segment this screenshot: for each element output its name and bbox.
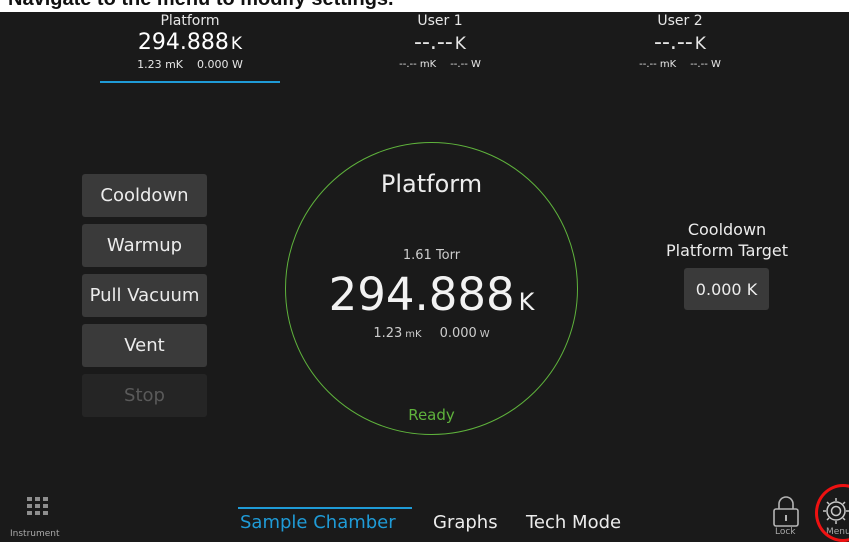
cooldown-target-value[interactable]: 0.000 K: [684, 268, 769, 310]
gauge-status: Ready: [408, 406, 455, 424]
header-banner-text: Navigate to the menu to modify settings.: [8, 0, 394, 11]
sensor-temperature: --.-- K: [654, 30, 706, 55]
cooldown-target-label: Cooldown Platform Target: [665, 220, 789, 260]
sensor-name: User 1: [417, 13, 463, 29]
sensor-tile-user1[interactable]: User 1 --.-- K --.-- mK --.-- W: [340, 12, 540, 73]
sensor-temperature: 294.888 K: [137, 30, 243, 55]
sensor-name: User 2: [657, 13, 703, 29]
lock-icon: [773, 496, 799, 527]
instrument-label: Instrument: [10, 529, 60, 539]
warmup-button[interactable]: Warmup: [82, 224, 207, 267]
lock-button[interactable]: Lock: [764, 493, 808, 539]
instrument-button[interactable]: Instrument: [10, 497, 64, 539]
gauge-title: Platform: [380, 170, 483, 198]
tab-tech-mode[interactable]: Tech Mode: [526, 512, 621, 533]
gauge-pressure: 1.61 Torr: [402, 248, 461, 263]
stop-button: Stop: [82, 374, 207, 417]
lock-label: Lock: [775, 527, 796, 537]
gauge-temperature: 294.888 K: [328, 268, 535, 321]
sensor-readings: --.-- mK --.-- W: [399, 59, 481, 70]
tab-sample-chamber[interactable]: Sample Chamber: [240, 512, 396, 533]
sensor-name: Platform: [160, 13, 220, 29]
cooldown-button[interactable]: Cooldown: [82, 174, 207, 217]
vent-button[interactable]: Vent: [82, 324, 207, 367]
grid-icon: [27, 497, 49, 519]
sensor-temperature: --.-- K: [414, 30, 466, 55]
header-banner: Navigate to the menu to modify settings.: [0, 0, 849, 12]
pull-vacuum-button[interactable]: Pull Vacuum: [82, 274, 207, 317]
tab-graphs[interactable]: Graphs: [433, 512, 498, 533]
sensor-readings: --.-- mK --.-- W: [639, 59, 721, 70]
platform-gauge: Platform 1.61 Torr 294.888 K 1.23 mK 0.000 W…: [285, 142, 578, 435]
sensor-readings: 1.23 mK 0.000 W: [137, 58, 243, 71]
active-tab-indicator: [238, 507, 412, 509]
sensor-tile-user2[interactable]: User 2 --.-- K --.-- mK --.-- W: [580, 12, 780, 73]
gauge-readings: 1.23 mK 0.000 W: [373, 326, 490, 341]
sensor-tile-platform[interactable]: Platform 294.888 K 1.23 mK 0.000 W: [90, 12, 290, 83]
